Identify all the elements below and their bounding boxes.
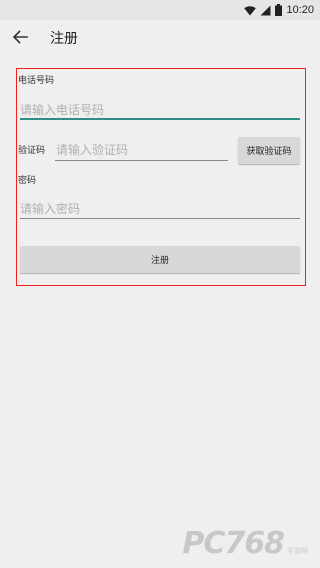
back-button[interactable] (8, 27, 32, 51)
code-input-underline (55, 160, 228, 161)
battery-icon (275, 1, 283, 20)
watermark-brand: PC768 (182, 526, 285, 561)
watermark-sub: 手游网 (287, 547, 308, 555)
phone-input-underline (20, 118, 300, 120)
get-code-button[interactable]: 获取验证码 (238, 137, 300, 164)
watermark-logo: PC768 手游网 (182, 528, 308, 560)
password-label: 密码 (18, 176, 37, 186)
password-input[interactable] (20, 199, 298, 219)
app-bar: 注册 (0, 20, 320, 58)
password-input-underline (20, 218, 300, 219)
phone-input[interactable] (20, 100, 298, 120)
wifi-icon (244, 1, 257, 20)
status-time: 10:20 (286, 4, 314, 16)
register-button[interactable]: 注册 (20, 246, 300, 273)
code-input[interactable] (56, 140, 226, 160)
status-icons: 10:20 (244, 3, 314, 17)
status-bar: 10:20 (0, 0, 320, 20)
phone-label: 电话号码 (18, 76, 55, 86)
code-label: 验证码 (18, 146, 46, 156)
page-title: 注册 (50, 31, 78, 47)
arrow-left-icon (12, 29, 28, 49)
signal-icon (260, 1, 271, 20)
